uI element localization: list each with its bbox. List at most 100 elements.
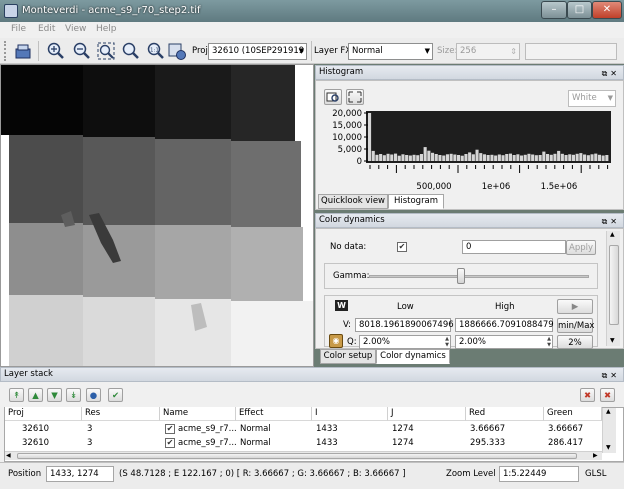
projection-icon[interactable] (167, 41, 187, 61)
column-header-green[interactable]: Green (544, 407, 602, 421)
size-spinbox[interactable]: 256 ⇕ (456, 43, 520, 60)
high-value-field[interactable]: 1886666.7091088479 (455, 318, 554, 332)
histogram-bar (412, 154, 416, 161)
tab-quicklook-view[interactable]: Quicklook view (318, 194, 388, 209)
preset-2-percent-button[interactable]: 2% (557, 335, 593, 349)
app-icon (4, 4, 18, 18)
column-header-res[interactable]: Res (82, 407, 160, 421)
dock-float-close-icon[interactable]: ⧉✕ (602, 369, 620, 382)
position-label: Position (8, 469, 42, 479)
scrollbar-thumb[interactable] (609, 245, 619, 325)
minmax-button[interactable]: min/Max (557, 318, 594, 333)
nodata-value-field[interactable]: 0 (462, 240, 566, 254)
move-down-button[interactable]: ▼ (47, 388, 62, 402)
menu-help[interactable]: Help (96, 24, 117, 34)
tab-color-dynamics[interactable]: Color dynamics (376, 349, 450, 364)
size-value: 256 (460, 46, 477, 56)
projection-combo[interactable]: 32610 (10SEP291919 ▼ (208, 43, 307, 60)
zoom-one-to-one-icon[interactable]: 1:1 (145, 41, 165, 61)
layer-fx-label: Layer FX (314, 46, 352, 56)
menu-edit[interactable]: Edit (38, 24, 55, 34)
scroll-down-icon[interactable]: ▼ (610, 337, 615, 344)
table-row[interactable] (5, 437, 602, 450)
column-header-proj[interactable]: Proj (5, 407, 82, 421)
channel-badge: W (335, 300, 348, 311)
size-extra-field[interactable] (525, 43, 617, 60)
move-top-button[interactable]: ↟ (9, 388, 24, 402)
minimize-button[interactable]: – (541, 1, 567, 19)
spin-arrows-icon: ▲ ▼ (547, 336, 551, 348)
histogram-bar (382, 155, 386, 161)
geo-info: (S 48.7128 ; E 122.167 ; 0) [ R: 3.66667… (119, 469, 406, 479)
zoom-out-icon[interactable] (71, 41, 91, 61)
layer-table-hscrollbar[interactable]: ◀ ▶ (5, 451, 602, 460)
histogram-bar (594, 153, 598, 161)
low-quantile-field[interactable]: 2.00% ▲ ▼ (359, 335, 451, 349)
low-value-field[interactable]: 8018.1961890067496 (355, 318, 454, 332)
gamma-slider-handle[interactable] (457, 268, 466, 284)
move-up-button[interactable]: ▲ (28, 388, 43, 402)
dock-float-close-icon[interactable]: ⧉✕ (602, 215, 620, 228)
delete-layer-button[interactable]: ✖ (580, 388, 595, 402)
histogram-bar (605, 155, 609, 161)
column-header-red[interactable]: Red (466, 407, 544, 421)
move-bottom-button[interactable]: ↡ (66, 388, 81, 402)
scroll-up-icon[interactable]: ▲ (606, 408, 611, 415)
histogram-bar (427, 150, 431, 161)
histogram-bar (505, 154, 509, 161)
column-header-i[interactable]: I (312, 407, 388, 421)
toolbar: 1:1 Proj 32610 (10SEP291919 ▼ Layer FX N… (0, 38, 624, 64)
column-header-effect[interactable]: Effect (236, 407, 312, 421)
close-button[interactable]: ✕ (592, 1, 622, 19)
table-row[interactable] (5, 423, 602, 436)
proj-label: Proj (192, 46, 208, 56)
histogram-bar (423, 147, 427, 161)
tab-histogram[interactable]: Histogram (388, 194, 444, 209)
menu-view[interactable]: View (65, 24, 86, 34)
scroll-up-icon[interactable]: ▲ (610, 231, 615, 238)
histogram-dock-title: Histogram ⧉✕ (315, 65, 624, 80)
zoom-extent-icon[interactable] (96, 41, 116, 61)
histogram-zoom-button[interactable] (324, 89, 342, 105)
image-view[interactable] (0, 64, 314, 367)
histogram-fit-button[interactable] (346, 89, 364, 105)
column-header-j[interactable]: J (388, 407, 466, 421)
histogram-bar (549, 154, 553, 161)
layer-table-scrollbar[interactable]: ▲ ▼ (602, 408, 616, 453)
nodata-checkbox[interactable]: ✔ (397, 242, 407, 252)
histogram-bar (379, 154, 383, 161)
raster-image[interactable] (1, 65, 314, 367)
scroll-down-icon[interactable]: ▼ (606, 444, 611, 451)
histogram-bar (523, 154, 527, 161)
lock-icon[interactable]: ◉ (329, 334, 343, 348)
play-button[interactable]: ▶ (557, 299, 593, 314)
zoom-in-icon[interactable] (45, 41, 65, 61)
layer-fx-combo[interactable]: Normal ▼ (348, 43, 433, 60)
scroll-left-icon[interactable]: ◀ (6, 452, 11, 459)
scroll-right-icon[interactable]: ▶ (593, 452, 598, 459)
histogram-bar (497, 154, 501, 161)
histogram-bar (512, 155, 516, 161)
histogram-channel-combo[interactable]: White ▼ (568, 90, 616, 107)
apply-button[interactable]: Apply (566, 240, 596, 255)
hscrollbar-thumb[interactable] (17, 453, 577, 459)
histogram-bar (479, 153, 483, 161)
maximize-button[interactable]: □ (567, 1, 592, 19)
tab-color-setup[interactable]: Color setup (320, 349, 376, 364)
histogram-bar (471, 154, 475, 161)
histogram-y-tick-label: 20,000 (332, 109, 362, 119)
apply-all-button[interactable]: ✔ (108, 388, 123, 402)
zoom-level-field: 1:5.22449 (499, 466, 579, 482)
menu-file[interactable]: File (11, 24, 26, 34)
zoom-full-icon[interactable] (120, 41, 140, 61)
delete-all-layers-button[interactable]: ✖ (600, 388, 615, 402)
color-dynamics-dock-title: Color dynamics ⧉✕ (315, 213, 624, 228)
dock-float-close-icon[interactable]: ⧉✕ (602, 67, 620, 80)
column-header-name[interactable]: Name (160, 407, 236, 421)
low-quantile-value: 2.00% (363, 337, 391, 347)
gamma-slider-track[interactable] (369, 275, 589, 278)
import-image-icon[interactable] (13, 41, 33, 61)
projection-globe-button[interactable]: ● (86, 388, 101, 402)
high-quantile-field[interactable]: 2.00% ▲ ▼ (455, 335, 553, 349)
color-dynamics-scrollbar[interactable]: ▲ ▼ (606, 231, 620, 346)
